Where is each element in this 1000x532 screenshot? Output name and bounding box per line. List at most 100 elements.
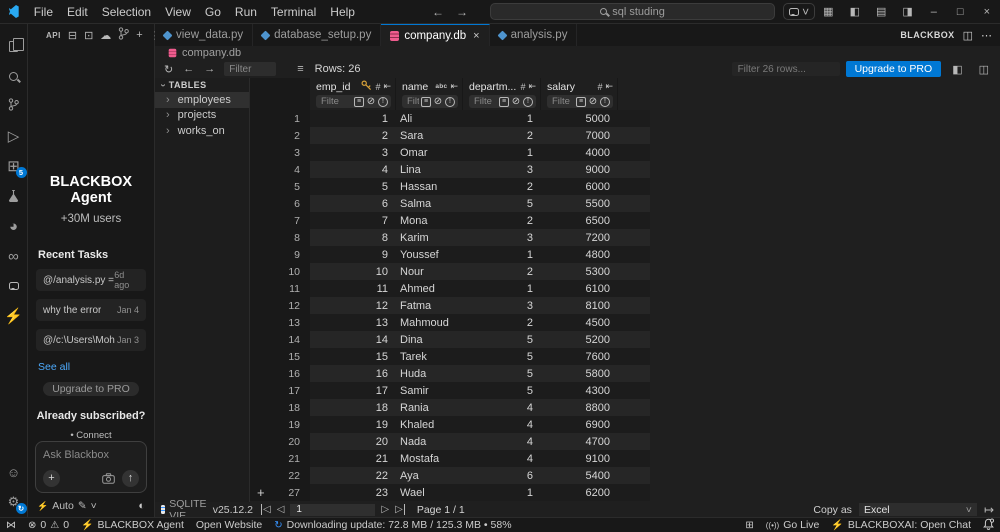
column-filter[interactable]: ≡⊘! [402, 95, 458, 108]
column-header-departm[interactable]: departm...#⇤ ≡⊘! [463, 78, 541, 110]
blackbox-open-chat-status[interactable]: ⚡ BLACKBOXAI: Open Chat [825, 519, 977, 531]
blackbox-editor-action[interactable]: BLACKBOX [900, 30, 954, 40]
filter-exclude-icon[interactable]: ⊘ [588, 96, 598, 107]
notifications-bell-icon[interactable] [977, 517, 1000, 532]
browser-preview-status[interactable]: ⊞ [739, 520, 759, 531]
account-icon[interactable]: ☺ [0, 457, 28, 487]
cell-departm[interactable]: 5 [463, 365, 541, 382]
cell-salary[interactable]: 6000 [541, 178, 618, 195]
first-page-icon[interactable]: ◁ [261, 504, 271, 515]
pin-column-icon[interactable]: ⇤ [383, 81, 391, 92]
table-row[interactable]: 3 3 Omar 1 4000 [250, 144, 650, 161]
cell-salary[interactable]: 6500 [541, 212, 618, 229]
filter-exclude-icon[interactable]: ⊘ [433, 96, 443, 107]
add-icon[interactable]: + [136, 29, 142, 41]
cell-emp_id[interactable]: 9 [310, 246, 396, 263]
table-row[interactable]: 14 14 Dina 5 5200 [250, 331, 650, 348]
layout-columns-icon[interactable]: ◫ [974, 63, 994, 76]
cell-name[interactable]: Nada [396, 433, 463, 450]
cell-salary[interactable]: 5000 [541, 110, 618, 127]
table-row[interactable]: 9 9 Youssef 1 4800 [250, 246, 650, 263]
add-row-button[interactable]: + [257, 485, 265, 500]
edge-browser-icon[interactable]: ◕ [0, 211, 28, 241]
cell-salary[interactable]: 4700 [541, 433, 618, 450]
cell-salary[interactable]: 4500 [541, 314, 618, 331]
cell-departm[interactable]: 4 [463, 433, 541, 450]
next-page-icon[interactable]: ▷ [381, 504, 389, 515]
cell-name[interactable]: Mahmoud [396, 314, 463, 331]
cell-salary[interactable]: 6200 [541, 484, 618, 501]
table-row[interactable]: +27 23 Wael 1 6200 [250, 484, 650, 501]
tab-company-db[interactable]: company.db × [381, 24, 490, 46]
filter-exclude-icon[interactable]: ⊘ [511, 96, 521, 107]
cell-emp_id[interactable]: 8 [310, 229, 396, 246]
download-update-status[interactable]: ↻ Downloading update: 72.8 MB / 125.3 MB… [268, 519, 517, 531]
prev-page-icon[interactable]: ◁ [277, 504, 285, 515]
theme-toggle-icon[interactable]: ◐ [138, 500, 145, 512]
upgrade-pro-button[interactable]: Upgrade to PRO [845, 61, 942, 77]
terminal-icon[interactable]: ⊡ [84, 29, 93, 42]
history-forward-icon[interactable]: → [199, 63, 220, 75]
copy-format-select[interactable]: Excel ˅ [858, 503, 977, 516]
table-row[interactable]: 8 8 Karim 3 7200 [250, 229, 650, 246]
recent-task-item[interactable]: @/c:\Users\Moha...Jan 3 [36, 329, 146, 351]
close-window-icon[interactable]: × [974, 6, 1000, 18]
cell-departm[interactable]: 2 [463, 178, 541, 195]
cell-departm[interactable]: 5 [463, 348, 541, 365]
cell-name[interactable]: Ali [396, 110, 463, 127]
table-row[interactable]: 22 22 Aya 6 5400 [250, 467, 650, 484]
menu-help[interactable]: Help [323, 5, 362, 19]
sidebar-toggle-icon[interactable]: ◧ [947, 63, 967, 76]
tab-analysis-py[interactable]: analysis.py [489, 24, 578, 46]
cell-departm[interactable]: 5 [463, 195, 541, 212]
cell-departm[interactable]: 6 [463, 467, 541, 484]
remote-indicator[interactable]: ⋈ [0, 520, 22, 531]
customize-layout-icon[interactable]: ▦ [815, 5, 841, 18]
filter-exclude-icon[interactable]: ⊘ [366, 96, 376, 107]
filter-menu-icon[interactable]: ≡ [354, 96, 364, 107]
cell-departm[interactable]: 4 [463, 450, 541, 467]
cell-emp_id[interactable]: 21 [310, 450, 396, 467]
see-all-link[interactable]: See all [38, 361, 154, 373]
pin-column-icon[interactable]: ⇤ [605, 81, 613, 92]
cell-emp_id[interactable]: 20 [310, 433, 396, 450]
filter-menu-icon[interactable]: ≡ [421, 96, 431, 107]
cell-name[interactable]: Wael [396, 484, 463, 501]
cell-emp_id[interactable]: 23 [310, 484, 396, 501]
toggle-secondary-sidebar-icon[interactable]: ◨ [894, 5, 920, 18]
table-row[interactable]: 11 11 Ahmed 1 6100 [250, 280, 650, 297]
chat-icon[interactable] [0, 271, 28, 301]
cell-departm[interactable]: 4 [463, 399, 541, 416]
pin-column-icon[interactable]: ⇤ [450, 81, 458, 92]
go-live-status[interactable]: ((•)) Go Live [760, 519, 826, 531]
cell-emp_id[interactable]: 10 [310, 263, 396, 280]
filter-null-icon[interactable]: ! [378, 96, 388, 107]
source-control-icon[interactable] [0, 91, 28, 121]
cell-emp_id[interactable]: 3 [310, 144, 396, 161]
testing-icon[interactable] [0, 181, 28, 211]
cell-departm[interactable]: 5 [463, 382, 541, 399]
edit-mode-icon[interactable]: ✎ [78, 500, 87, 512]
cell-emp_id[interactable]: 5 [310, 178, 396, 195]
back-icon[interactable]: ← [426, 5, 450, 19]
breadcrumb[interactable]: company.db [155, 46, 1000, 60]
tab-database_setup-py[interactable]: database_setup.py [253, 24, 382, 46]
pin-column-icon[interactable]: ⇤ [528, 81, 536, 92]
open-website-status[interactable]: Open Website [190, 519, 268, 531]
column-filter[interactable]: ≡⊘! [547, 95, 613, 108]
table-row[interactable]: 21 21 Mostafa 4 9100 [250, 450, 650, 467]
table-row[interactable]: 5 5 Hassan 2 6000 [250, 178, 650, 195]
cell-emp_id[interactable]: 18 [310, 399, 396, 416]
cell-salary[interactable]: 7000 [541, 127, 618, 144]
column-filter[interactable]: ≡⊘! [316, 95, 391, 108]
cell-departm[interactable]: 3 [463, 297, 541, 314]
mode-label[interactable]: Auto [52, 500, 74, 512]
blackbox-bolt-icon[interactable]: ⚡ [0, 301, 28, 331]
problems-indicator[interactable]: ⊗ 0 ⚠ 0 [22, 519, 75, 531]
cell-emp_id[interactable]: 22 [310, 467, 396, 484]
cell-salary[interactable]: 5800 [541, 365, 618, 382]
cell-salary[interactable]: 5400 [541, 467, 618, 484]
cell-salary[interactable]: 4800 [541, 246, 618, 263]
table-filter-input[interactable] [224, 62, 277, 76]
column-header-name[interactable]: nameabc⇤ ≡⊘! [396, 78, 463, 110]
